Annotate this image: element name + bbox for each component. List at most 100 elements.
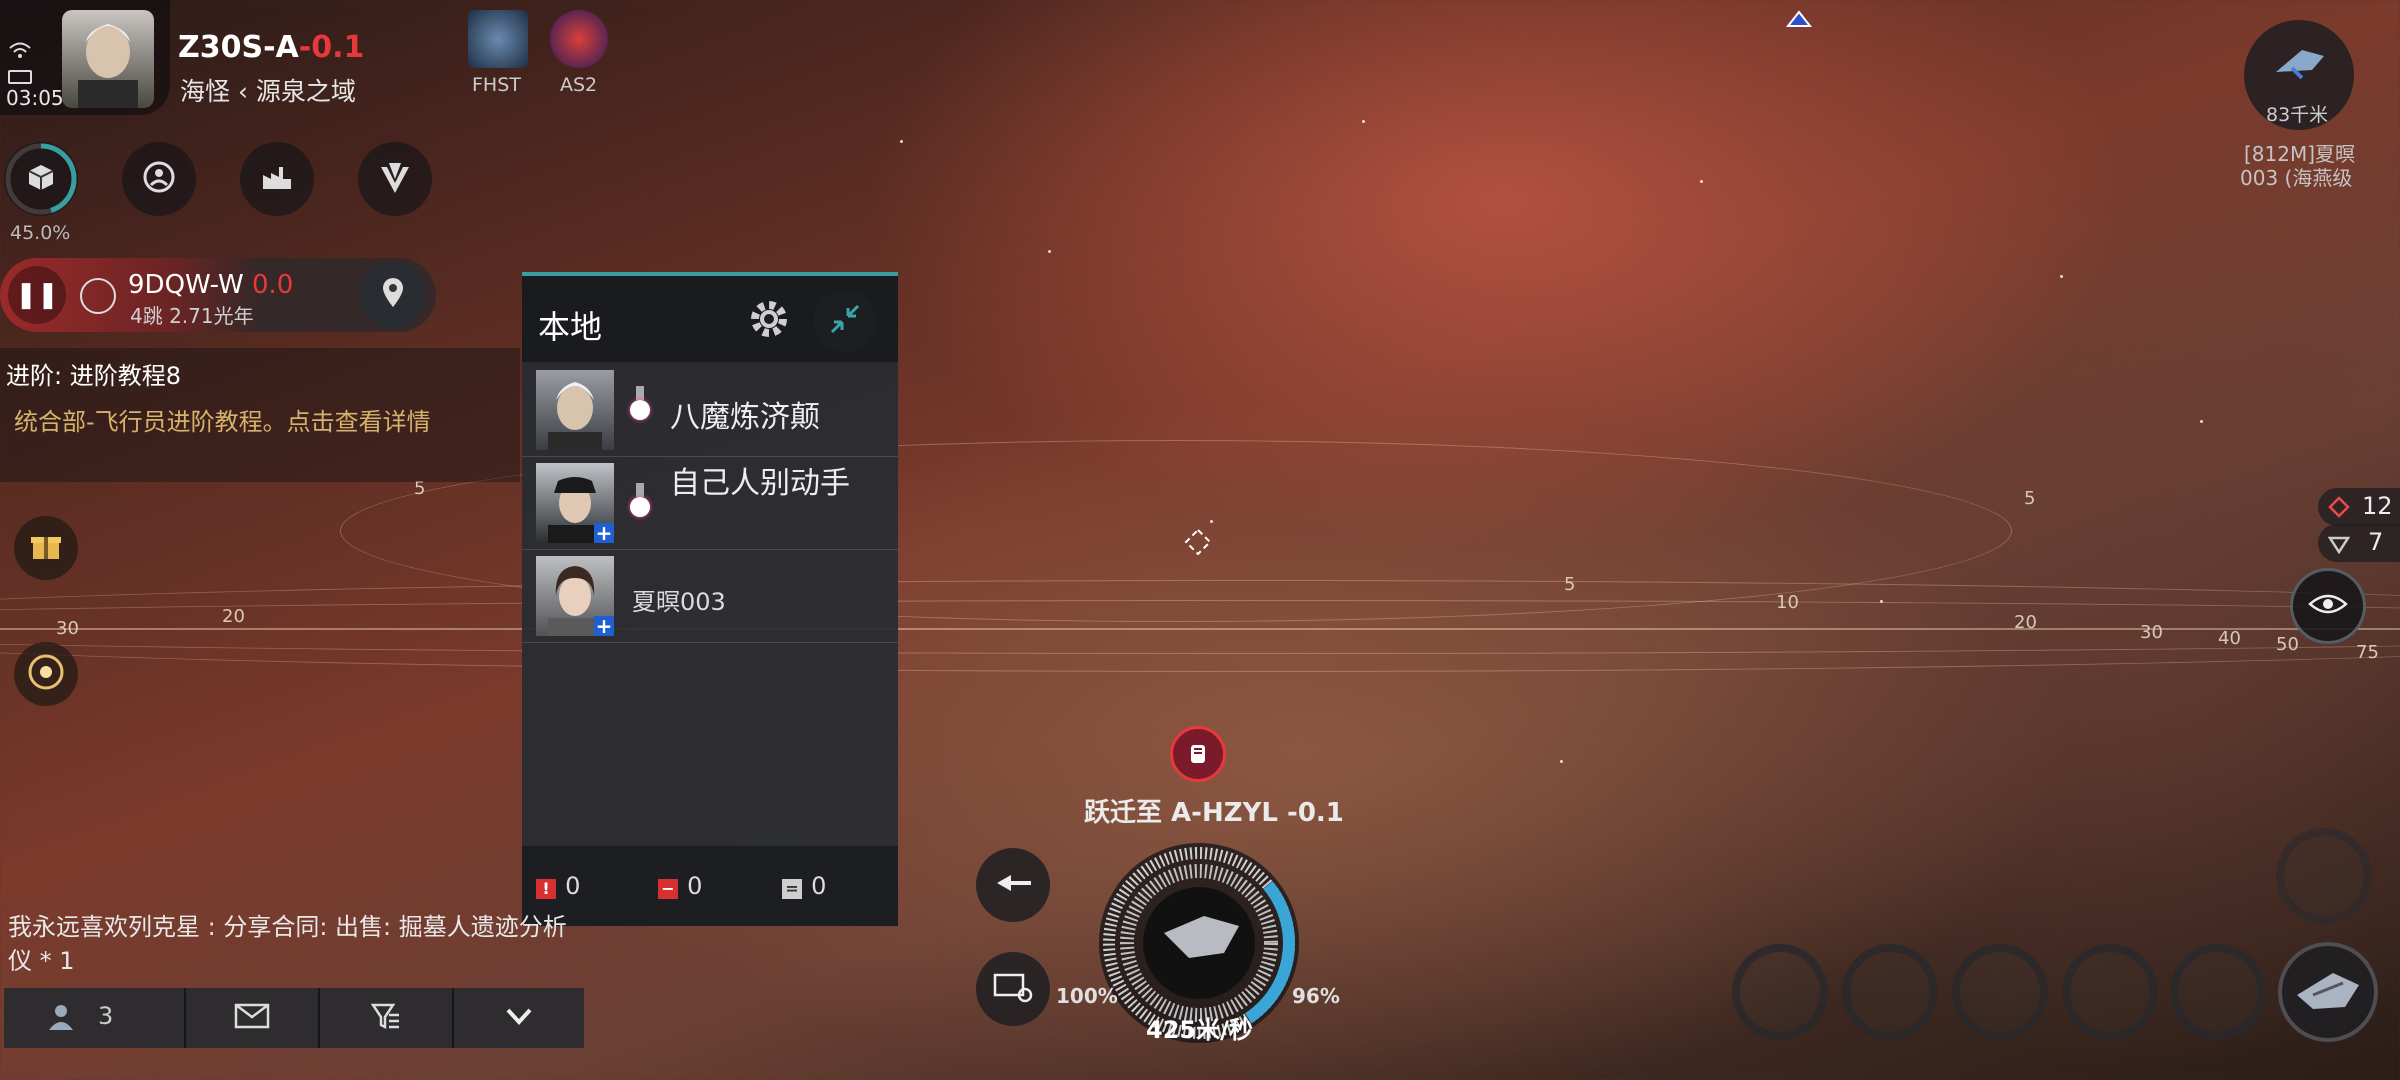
orbit-label: 30	[56, 618, 79, 639]
pause-icon: ❚❚	[15, 280, 59, 310]
drone-icon	[2327, 532, 2351, 558]
corp-badge-fhst[interactable]: FHST	[468, 10, 528, 98]
target-distance: 83千米	[2266, 104, 2329, 126]
status-area: 03:05	[0, 0, 170, 115]
module-slot[interactable]	[2062, 944, 2158, 1040]
module-slot[interactable]	[2170, 944, 2266, 1040]
drone-count: 7	[2368, 528, 2384, 556]
battery-icon	[8, 70, 32, 84]
pilot-avatar: +	[536, 556, 614, 636]
system-name[interactable]: Z30S-A-0.1	[178, 30, 364, 65]
alliance-ticker: AS2	[560, 74, 598, 96]
drone-counter[interactable]: 7	[2318, 524, 2400, 562]
approach-button[interactable]	[976, 848, 1050, 922]
filter-icon	[370, 1001, 401, 1035]
other-filter[interactable]: = 0	[782, 872, 826, 900]
constellation-name: 海怪	[180, 77, 231, 106]
ship-icon	[2293, 965, 2363, 1019]
route-jumps: 4跳 2.71光年	[130, 304, 254, 328]
filter-button[interactable]	[320, 988, 454, 1048]
industry-button[interactable]	[240, 142, 314, 216]
ship-status-gauge[interactable]: 425米/秒	[1094, 838, 1304, 1048]
clock: 03:05	[6, 86, 64, 110]
alliance-logo-icon	[550, 10, 608, 68]
wifi-icon	[8, 40, 32, 64]
local-member-row[interactable]: + 夏暝003	[522, 550, 898, 643]
alliance-icon	[377, 159, 413, 199]
character-button[interactable]	[122, 142, 196, 216]
neutral-filter[interactable]: − 0	[658, 872, 702, 900]
module-slot[interactable]	[1732, 944, 1828, 1040]
approach-icon	[993, 871, 1033, 899]
alliance-badge-as2[interactable]: AS2	[550, 10, 610, 98]
local-member-row[interactable]: + 自己人别动手	[522, 457, 898, 550]
collapse-button[interactable]	[814, 290, 876, 352]
online-button[interactable]: 3	[4, 988, 186, 1048]
corp-ticker: FHST	[472, 74, 521, 96]
module-slot[interactable]	[1842, 944, 1938, 1040]
orbit-label: 75	[2356, 642, 2379, 663]
person-icon	[46, 1002, 76, 1036]
location-pin-button[interactable]	[360, 262, 426, 328]
orbit-label: 40	[2218, 628, 2241, 649]
orbit-label: 10	[1776, 592, 1799, 613]
tutorial-detail: 统合部-飞行员进阶教程。点击查看详情	[14, 408, 431, 436]
module-slot[interactable]	[1952, 944, 2048, 1040]
cargo-percent: 45.0%	[10, 222, 71, 244]
pilot-name: 夏暝003	[632, 588, 726, 616]
gift-button[interactable]	[14, 516, 78, 580]
warp-status: 跃迁至 A-HZYL -0.1	[1084, 798, 1344, 828]
route-bar[interactable]: ❚❚ 9DQW-W 0.0 4跳 2.71光年	[0, 258, 436, 332]
route-destination-name: 9DQW-W	[128, 270, 244, 300]
chevron-down-icon	[504, 1006, 534, 1030]
region-name: 源泉之域	[255, 77, 356, 106]
target-count: 12	[2362, 492, 2393, 520]
settings-button[interactable]	[744, 296, 794, 346]
mail-button[interactable]	[186, 988, 320, 1048]
route-destination-security: 0.0	[251, 270, 294, 300]
camera-settings-button[interactable]	[976, 952, 1050, 1026]
gear-icon	[747, 297, 791, 345]
add-contact-icon: +	[594, 614, 614, 636]
target-lock-icon	[2328, 496, 2350, 522]
online-count: 3	[98, 1002, 114, 1030]
module-slot[interactable]	[2276, 828, 2372, 924]
local-title: 本地	[538, 308, 603, 346]
ship-fitting-button[interactable]	[2278, 942, 2378, 1042]
tutorial-title: 进阶: 进阶教程8	[6, 362, 181, 390]
system-name-text: Z30S-A	[178, 30, 299, 65]
collapse-chat-button[interactable]	[454, 988, 584, 1048]
local-chat-panel: 本地 八魔炼济颠 + 自己人别动手 + 夏暝003 ! 0 − 0 = 0	[522, 272, 898, 926]
standing-medal-icon	[630, 483, 650, 527]
hostile-filter[interactable]: ! 0	[536, 872, 580, 900]
corp-logo-icon	[468, 10, 528, 68]
chat-message[interactable]: 我永远喜欢列克星 : 分享合同: 出售: 掘墓人遗迹分析仪 * 1	[8, 910, 588, 978]
beacon-icon[interactable]	[1784, 8, 1814, 30]
pilot-avatar	[536, 370, 614, 450]
other-flag-icon: =	[782, 879, 802, 899]
other-count: 0	[811, 872, 827, 900]
view-toggle-button[interactable]	[2290, 568, 2366, 644]
target-counter[interactable]: 12	[2318, 488, 2400, 526]
system-security: -0.1	[298, 30, 365, 65]
collapse-arrows-icon	[828, 302, 862, 340]
cargo-button[interactable]	[4, 142, 78, 216]
pilot-name: 八魔炼济颠	[670, 400, 820, 435]
scan-button[interactable]	[14, 642, 78, 706]
capacitor-percent: 96%	[1292, 984, 1340, 1008]
chevron-left-icon: ‹	[237, 77, 248, 106]
alliance-button[interactable]	[358, 142, 432, 216]
orbit-label: 50	[2276, 634, 2299, 655]
orbit-label: 5	[2024, 488, 2036, 509]
pilot-name: 自己人别动手	[670, 466, 850, 501]
add-contact-icon: +	[594, 521, 614, 543]
ship-target-icon	[2272, 42, 2328, 86]
system-location: 海怪 ‹ 源泉之域	[180, 72, 356, 108]
pause-button[interactable]: ❚❚	[8, 266, 66, 324]
target-button[interactable]: 83千米	[2244, 20, 2354, 130]
industry-icon	[259, 159, 295, 199]
route-gate-icon	[80, 278, 116, 314]
tutorial-box[interactable]: 进阶: 进阶教程8 统合部-飞行员进阶教程。点击查看详情	[0, 348, 520, 482]
local-member-row[interactable]: 八魔炼济颠	[522, 364, 898, 457]
player-avatar[interactable]	[62, 10, 154, 108]
